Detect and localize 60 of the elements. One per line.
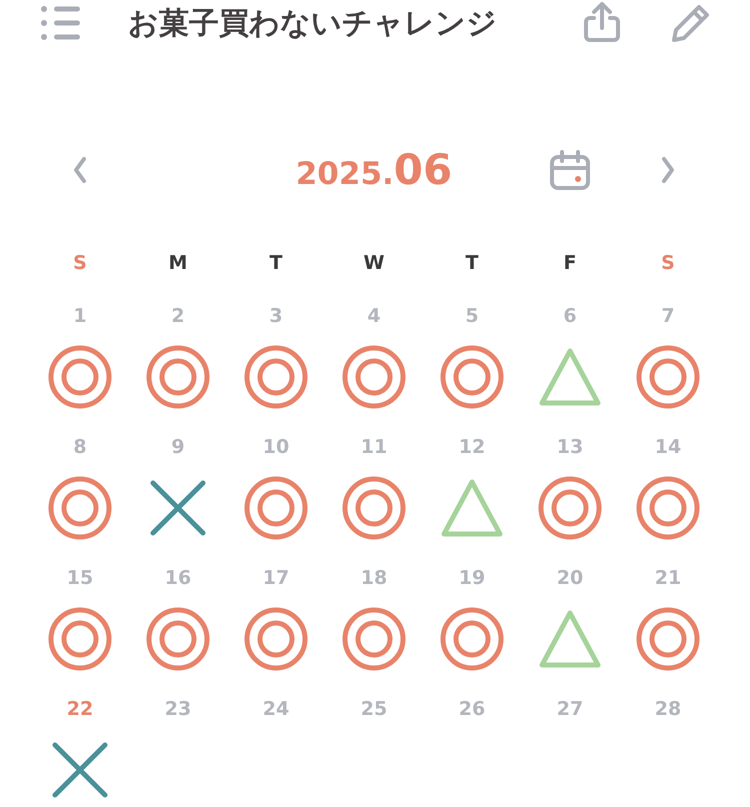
day-number[interactable]: 25 (360, 694, 388, 724)
double-circle-icon (342, 607, 406, 671)
day-number[interactable]: 10 (262, 432, 290, 462)
day-number[interactable]: 7 (661, 301, 675, 331)
day-number[interactable]: 11 (360, 432, 388, 462)
day-number[interactable]: 13 (556, 432, 584, 462)
day-number[interactable]: 21 (654, 563, 682, 593)
day-number[interactable]: 20 (556, 563, 584, 593)
double-circle-icon (636, 607, 700, 671)
double-circle-icon (636, 476, 700, 540)
day-number[interactable]: 24 (262, 694, 290, 724)
double-circle-icon (146, 607, 210, 671)
double-circle-icon (342, 345, 406, 409)
day-number[interactable]: 8 (73, 432, 87, 462)
pencil-icon[interactable] (670, 2, 710, 44)
day-number[interactable]: 27 (556, 694, 584, 724)
day-number[interactable]: 12 (458, 432, 486, 462)
double-circle-icon (48, 607, 112, 671)
double-circle-icon (244, 607, 308, 671)
double-circle-icon (538, 476, 602, 540)
double-circle-icon (440, 607, 504, 671)
day-number[interactable]: 5 (465, 301, 479, 331)
weekday-label: F (564, 250, 576, 276)
calendar-icon[interactable] (549, 148, 591, 190)
day-number[interactable]: 23 (164, 694, 192, 724)
day-number[interactable]: 15 (66, 563, 94, 593)
day-number[interactable]: 16 (164, 563, 192, 593)
day-number[interactable]: 19 (458, 563, 486, 593)
chevron-left-icon[interactable] (72, 156, 88, 184)
day-number[interactable]: 6 (563, 301, 577, 331)
double-circle-icon (48, 476, 112, 540)
day-number[interactable]: 4 (367, 301, 381, 331)
double-circle-icon (244, 476, 308, 540)
weekday-label: T (270, 250, 282, 276)
day-number[interactable]: 26 (458, 694, 486, 724)
day-number[interactable]: 9 (171, 432, 185, 462)
page-title: お菓子買わないチャレンジ (128, 4, 497, 42)
day-number[interactable]: 22 (66, 694, 94, 724)
double-circle-icon (146, 345, 210, 409)
month-title: 2025.06 (296, 144, 452, 196)
day-number[interactable]: 3 (269, 301, 283, 331)
weekday-label: T (466, 250, 478, 276)
double-circle-icon (440, 345, 504, 409)
share-icon[interactable] (582, 2, 622, 44)
day-number[interactable]: 17 (262, 563, 290, 593)
day-number[interactable]: 14 (654, 432, 682, 462)
double-circle-icon (636, 345, 700, 409)
double-circle-icon (244, 345, 308, 409)
menu-icon[interactable] (40, 5, 80, 41)
day-number[interactable]: 28 (654, 694, 682, 724)
weekday-label: S (661, 250, 675, 276)
double-circle-icon (342, 476, 406, 540)
day-number[interactable]: 1 (73, 301, 87, 331)
day-number[interactable]: 2 (171, 301, 185, 331)
day-number[interactable]: 18 (360, 563, 388, 593)
double-circle-icon (48, 345, 112, 409)
chevron-right-icon[interactable] (660, 156, 676, 184)
weekday-label: W (364, 250, 384, 276)
weekday-label: S (73, 250, 87, 276)
weekday-label: M (168, 250, 188, 276)
